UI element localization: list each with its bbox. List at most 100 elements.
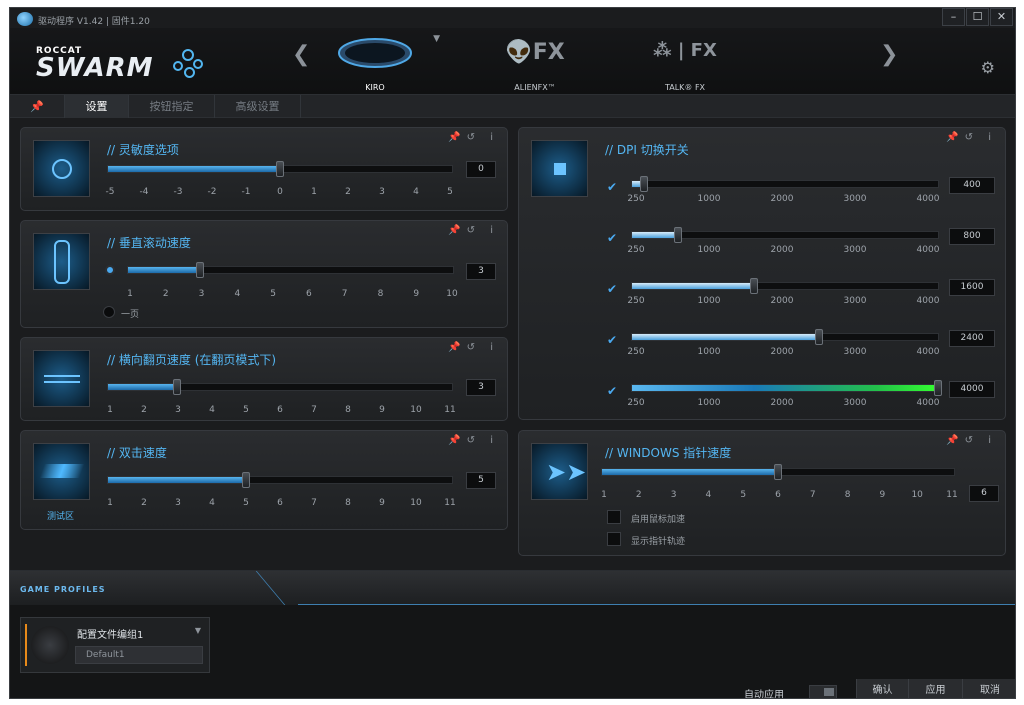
tick-label: 1 bbox=[107, 405, 113, 415]
minimize-button[interactable]: – bbox=[942, 8, 965, 26]
lines-radio[interactable] bbox=[105, 265, 115, 275]
cancel-button[interactable]: 取消 bbox=[962, 679, 1015, 698]
app-window: 驱动程序 V1.42 | 固件1.20 – ☐ ✕ ROCCAT SWARM ❮… bbox=[9, 7, 1016, 699]
tick-label: 1000 bbox=[697, 194, 721, 204]
horizontal-scroll-panel: // 横向翻页速度 (在翻页模式下) 📌↺ i 1 2 3 4 5 6 7 8 9 10 11 3 bbox=[20, 337, 508, 421]
dpi-value[interactable]: 2400 bbox=[949, 330, 995, 347]
tick-label: 1 bbox=[601, 490, 607, 500]
tick-label: 1000 bbox=[697, 245, 721, 255]
panel-title: // 横向翻页速度 (在翻页模式下) bbox=[107, 353, 277, 367]
tick-label: 5 bbox=[447, 187, 453, 197]
mouse-accel-checkbox[interactable] bbox=[607, 510, 621, 524]
double-click-panel: 测试区 // 双击速度 📌↺ i 1 2 3 4 5 6 7 8 9 10 11 5 bbox=[20, 430, 508, 530]
dpi-checkbox[interactable]: ✔ bbox=[605, 180, 619, 194]
dpi-row: ✔ 400 250 1000 2000 3000 4000 bbox=[519, 170, 1005, 210]
pointer-speed-slider[interactable] bbox=[601, 464, 955, 480]
tick-label: 1 bbox=[127, 289, 133, 299]
game-profiles-header: GAME PROFILES bbox=[10, 571, 1015, 605]
tab-button-assign[interactable]: 按钮指定 bbox=[129, 95, 215, 118]
tick-label: 3 bbox=[175, 498, 181, 508]
prev-device-arrow-icon[interactable]: ❮ bbox=[292, 42, 310, 67]
dpi-checkbox[interactable]: ✔ bbox=[605, 282, 619, 296]
device-tab-alienfx[interactable]: 👽FX ALIENFX™ bbox=[470, 34, 600, 94]
gear-icon[interactable]: ⚙ bbox=[981, 58, 995, 77]
version-text: 驱动程序 V1.42 | 固件1.20 bbox=[38, 17, 150, 27]
tick-label: 5 bbox=[243, 405, 249, 415]
double-click-test-area[interactable] bbox=[33, 443, 90, 500]
auto-apply-label: 自动应用 bbox=[744, 690, 784, 699]
panel-icons[interactable]: 📌↺ i bbox=[448, 225, 499, 236]
tick-label: 4000 bbox=[916, 347, 940, 357]
pointer-speed-value[interactable]: 6 bbox=[969, 485, 999, 502]
vertical-scroll-value[interactable]: 3 bbox=[466, 263, 496, 280]
sensitivity-value[interactable]: 0 bbox=[466, 161, 496, 178]
double-click-value[interactable]: 5 bbox=[466, 472, 496, 489]
tick-label: 3000 bbox=[843, 245, 867, 255]
tick-label: 7 bbox=[311, 405, 317, 415]
vertical-scroll-ticks: 1 2 3 4 5 6 7 8 9 10 bbox=[127, 289, 458, 305]
profile-input[interactable]: Default1 bbox=[75, 646, 203, 664]
tick-label: 5 bbox=[243, 498, 249, 508]
page-radio[interactable] bbox=[103, 306, 115, 318]
tick-label: 2 bbox=[141, 498, 147, 508]
auto-apply-toggle[interactable] bbox=[809, 685, 837, 698]
dpi-checkbox[interactable]: ✔ bbox=[605, 333, 619, 347]
dpi-slider[interactable] bbox=[631, 176, 939, 192]
tick-label: 7 bbox=[341, 289, 348, 299]
apply-button[interactable]: 应用 bbox=[908, 679, 962, 698]
pointer-speed-ticks: 1 2 3 4 5 6 7 8 9 10 11 bbox=[601, 490, 958, 506]
tab-settings[interactable]: 设置 bbox=[65, 95, 129, 118]
tick-label: 2000 bbox=[770, 296, 794, 306]
page-radio-label: 一页 bbox=[121, 310, 140, 320]
dpi-checkbox[interactable]: ✔ bbox=[605, 231, 619, 245]
profile-dropdown-icon[interactable]: ▼ bbox=[195, 626, 201, 635]
tick-label: 6 bbox=[277, 405, 283, 415]
pin-tab-icon[interactable]: 📌 bbox=[10, 95, 65, 118]
tick-label: 250 bbox=[627, 347, 645, 357]
tab-advanced[interactable]: 高级设置 bbox=[215, 95, 301, 118]
game-profiles-title: GAME PROFILES bbox=[20, 585, 106, 594]
device-tab-talkfx[interactable]: ⁂ | FX TALK® FX bbox=[620, 34, 750, 94]
vertical-scroll-slider[interactable] bbox=[127, 262, 454, 278]
horizontal-scroll-value[interactable]: 3 bbox=[466, 379, 496, 396]
pointer-trail-checkbox[interactable] bbox=[607, 532, 621, 546]
dpi-slider[interactable] bbox=[631, 380, 942, 396]
panel-icons[interactable]: 📌↺ i bbox=[448, 342, 499, 353]
panel-icons[interactable]: 📌↺ i bbox=[448, 435, 499, 446]
panel-icons[interactable]: 📌↺ i bbox=[946, 435, 997, 446]
next-device-arrow-icon[interactable]: ❯ bbox=[880, 42, 898, 67]
dpi-slider[interactable] bbox=[631, 278, 939, 294]
dpi-checkbox[interactable]: ✔ bbox=[605, 384, 619, 398]
dpi-slider[interactable] bbox=[631, 227, 939, 243]
maximize-button[interactable]: ☐ bbox=[966, 8, 989, 26]
profile-card[interactable]: 配置文件编组1 ▼ Default1 bbox=[20, 617, 210, 673]
dpi-ticks: 250 1000 2000 3000 4000 bbox=[627, 296, 939, 312]
double-click-slider[interactable] bbox=[107, 472, 453, 488]
ok-button[interactable]: 确认 bbox=[856, 679, 908, 698]
mouse-accel-label: 启用鼠标加速 bbox=[631, 515, 686, 525]
dpi-value[interactable]: 400 bbox=[949, 177, 995, 194]
tick-label: 4 bbox=[209, 498, 215, 508]
dpi-ticks: 250 1000 2000 3000 4000 bbox=[627, 194, 939, 210]
tick-label: 4 bbox=[705, 490, 712, 500]
device-tab-kiro[interactable]: KIRO ▼ bbox=[310, 34, 440, 94]
panel-icons[interactable]: 📌↺ i bbox=[946, 132, 997, 143]
tick-label: 9 bbox=[413, 289, 420, 299]
panel-icons[interactable]: 📌↺ i bbox=[448, 132, 499, 143]
dpi-slider[interactable] bbox=[631, 329, 939, 345]
dpi-value[interactable]: 800 bbox=[949, 228, 995, 245]
horizontal-arrows-icon bbox=[33, 350, 90, 407]
pointer-trail-label: 显示指针轨迹 bbox=[631, 537, 686, 547]
horizontal-scroll-slider[interactable] bbox=[107, 379, 453, 395]
tick-label: -2 bbox=[207, 187, 217, 197]
tick-label: 8 bbox=[345, 498, 351, 508]
sensitivity-slider[interactable] bbox=[107, 161, 453, 177]
dpi-value[interactable]: 1600 bbox=[949, 279, 995, 296]
tick-label: 9 bbox=[379, 498, 385, 508]
dpi-value[interactable]: 4000 bbox=[949, 381, 995, 398]
tick-label: 2 bbox=[635, 490, 642, 500]
close-button[interactable]: ✕ bbox=[990, 8, 1013, 26]
panel-title: // WINDOWS 指针速度 bbox=[605, 446, 732, 460]
panel-title: // 双击速度 bbox=[107, 446, 167, 460]
tick-label: 9 bbox=[379, 405, 385, 415]
